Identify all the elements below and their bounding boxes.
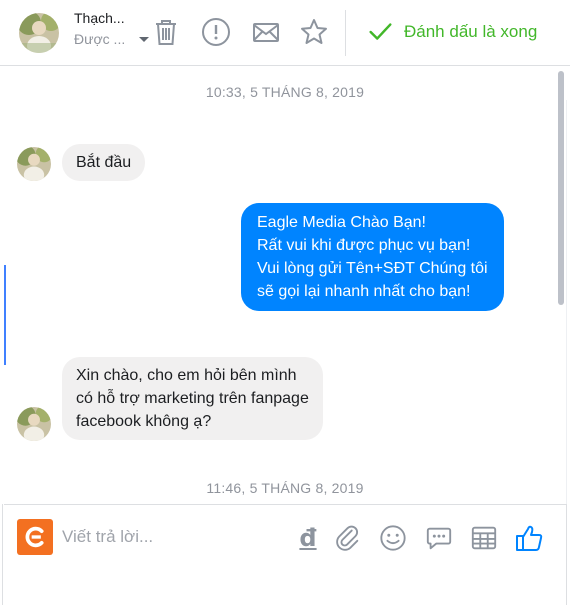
message-text: Rất vui khi được phục vụ bạn! — [257, 237, 471, 254]
avatar-image — [17, 147, 51, 181]
checkmark-icon — [369, 23, 392, 40]
message-thread[interactable]: 10:33, 5 THÁNG 8, 2019 Bắt đầu Eagle Med… — [4, 67, 566, 504]
composer-border — [566, 504, 567, 605]
mail-icon — [253, 23, 279, 42]
page-logo-icon — [17, 519, 53, 555]
reply-input[interactable] — [62, 523, 282, 551]
mark-done-button[interactable]: Đánh dấu là xong — [366, 17, 537, 47]
trash-icon — [156, 20, 176, 45]
like-icon — [516, 525, 543, 551]
message-text: Bắt đầu — [76, 154, 132, 171]
currency-button[interactable]: đ — [291, 521, 325, 555]
message-text: có hỗ trợ marketing trên fanpage — [76, 390, 309, 407]
saved-replies-button[interactable] — [422, 521, 456, 555]
report-icon — [202, 18, 230, 46]
timestamp: 10:33, 5 THÁNG 8, 2019 — [205, 84, 365, 100]
contact-name[interactable]: Thạch... — [74, 10, 125, 26]
attachment-icon — [336, 525, 359, 551]
panel-edge — [566, 100, 570, 555]
star-button[interactable] — [297, 15, 331, 49]
message-text: Eagle Media Chào Bạn! — [257, 214, 426, 231]
header-divider — [345, 10, 346, 56]
mark-unread-button[interactable] — [249, 15, 283, 49]
contact-status: Được ... — [74, 31, 126, 47]
incoming-message[interactable]: Bắt đầu — [62, 144, 146, 181]
currency-dong-icon: đ — [299, 524, 317, 552]
like-button[interactable] — [512, 521, 546, 555]
emoji-button[interactable] — [376, 521, 410, 555]
message-text: sẽ gọi lại nhanh nhất cho bạn! — [257, 283, 471, 300]
message-text: Xin chào, cho em hỏi bên mình — [76, 367, 297, 384]
attachment-button[interactable] — [331, 521, 365, 555]
message-text: facebook không ạ? — [76, 413, 212, 430]
contact-avatar[interactable] — [19, 13, 59, 53]
selection-marker — [4, 265, 6, 365]
incoming-message[interactable]: Xin chào, cho em hỏi bên mình có hỗ trợ … — [62, 357, 323, 440]
message-text: Vui lòng gửi Tên+SĐT Chúng tôi — [257, 260, 488, 277]
outgoing-message[interactable]: Eagle Media Chào Bạn! Rất vui khi được p… — [241, 203, 504, 311]
conversation-header: Thạch... Được ... Đánh dấu là xong — [0, 0, 570, 66]
contact-avatar-small — [17, 147, 51, 181]
report-spam-button[interactable] — [199, 15, 233, 49]
trash-button[interactable] — [149, 15, 183, 49]
scrollbar-thumb[interactable] — [558, 71, 564, 305]
mark-done-label: Đánh dấu là xong — [404, 22, 538, 41]
composer-border — [2, 504, 3, 605]
timestamp: 11:46, 5 THÁNG 8, 2019 — [206, 480, 364, 496]
star-icon — [301, 19, 327, 44]
avatar-image — [17, 407, 51, 441]
table-icon — [471, 526, 497, 550]
saved-replies-icon — [426, 527, 452, 550]
reply-composer: đ — [4, 504, 566, 605]
avatar-image — [19, 13, 59, 53]
emoji-icon — [380, 525, 406, 551]
contact-avatar-small — [17, 407, 51, 441]
table-button[interactable] — [467, 521, 501, 555]
